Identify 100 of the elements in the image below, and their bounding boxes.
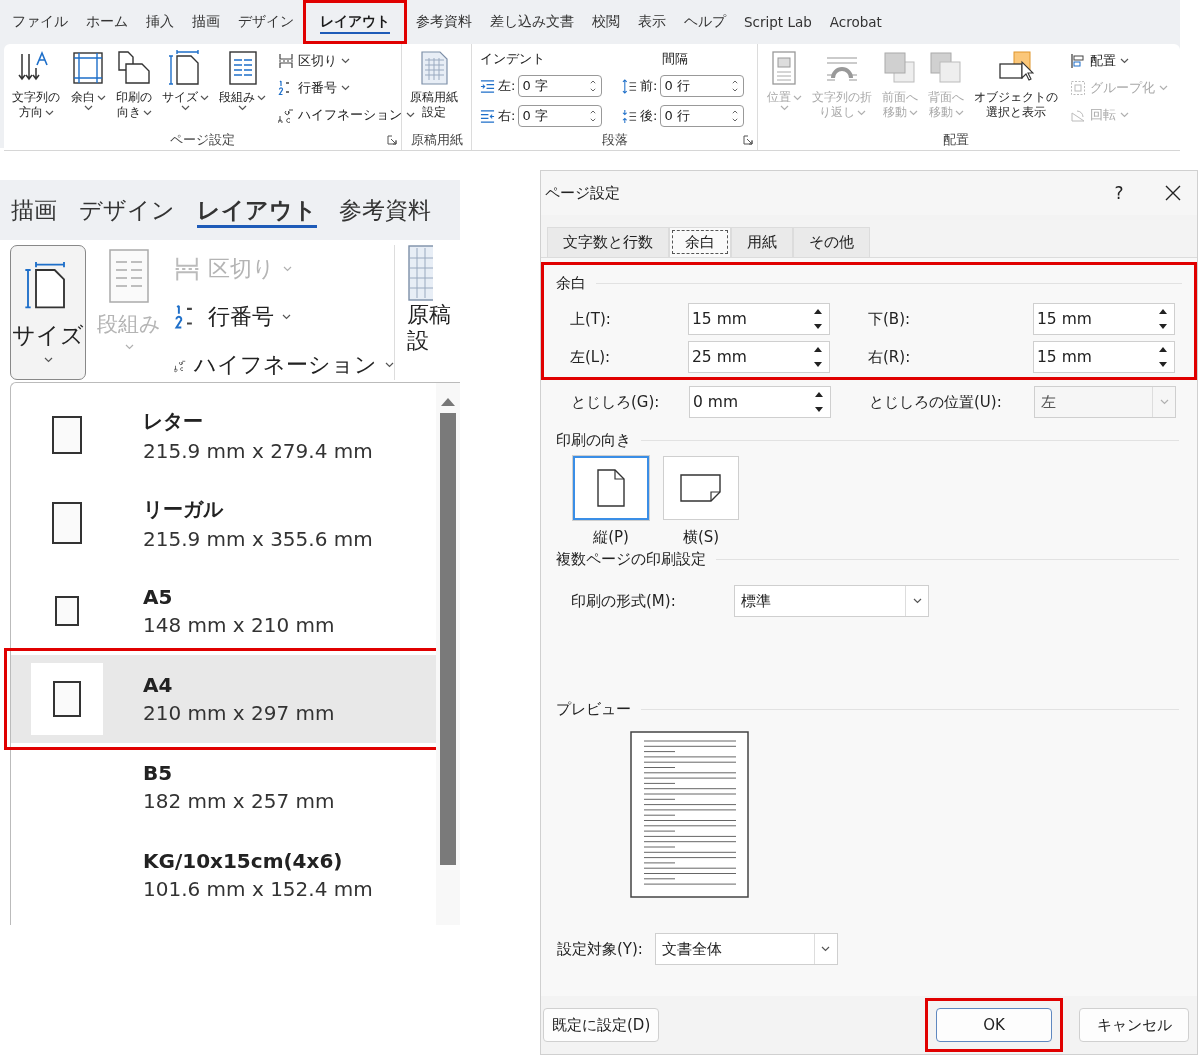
- ribbon-button[interactable]: サイズ: [158, 48, 213, 130]
- dialog-button[interactable]: OK: [936, 1008, 1052, 1042]
- section-label: 複数ページの印刷設定: [556, 549, 706, 569]
- spin-field[interactable]: 0 字: [518, 75, 603, 97]
- ribbon-tab[interactable]: レイアウト: [186, 182, 328, 238]
- dropdown-field[interactable]: 文書全体: [654, 933, 838, 965]
- ribbon-tab[interactable]: デザイン: [229, 7, 303, 37]
- field-label: 前:: [640, 77, 658, 95]
- spacing-before-icon: [622, 78, 637, 94]
- field-label: 後:: [640, 107, 658, 125]
- dialog-tab[interactable]: その他: [793, 227, 870, 257]
- paper-size-item[interactable]: KG/10x15cm(4x6) 101.6 mm x 152.4 mm: [11, 831, 436, 919]
- paper-name: KG/10x15cm(4x6): [143, 849, 344, 873]
- spin-field[interactable]: 15 mm: [1033, 341, 1175, 373]
- chevron-icon: [124, 344, 134, 350]
- chevron-icon: [385, 362, 394, 368]
- size-button[interactable]: サイズ: [10, 245, 86, 380]
- ribbon-tab[interactable]: 参考資料: [328, 182, 442, 238]
- orientation-label: 縦(P): [593, 528, 629, 547]
- dialog-tab[interactable]: 文字数と行数: [547, 227, 669, 257]
- dialog-button[interactable]: 既定に設定(D): [543, 1008, 660, 1042]
- group-label: 原稿用紙: [410, 131, 463, 149]
- spin-field[interactable]: 0 字: [518, 105, 603, 127]
- chevron-icon: [283, 266, 292, 272]
- dialog-title: ページ設定: [545, 183, 620, 203]
- ribbon-button[interactable]: 文字列の 方向: [8, 48, 64, 130]
- ribbon-tab[interactable]: ホーム: [77, 7, 137, 37]
- chevron-icon: [282, 314, 291, 320]
- breaks-icon: [174, 256, 200, 282]
- paper-dimensions: 148 mm x 210 mm: [143, 613, 335, 637]
- spin-field[interactable]: 15 mm: [688, 303, 830, 335]
- help-button[interactable]: ?: [1105, 183, 1133, 203]
- spin-field[interactable]: 0 行: [660, 75, 745, 97]
- field-label: 右(R):: [867, 347, 912, 367]
- ribbon-tab[interactable]: Script Lab: [735, 7, 821, 37]
- paper-dimensions: 215.9 mm x 355.6 mm: [143, 526, 373, 551]
- ribbon-button[interactable]: 原稿 設: [407, 244, 451, 354]
- chevron-icon: [912, 598, 922, 604]
- ribbon-tab[interactable]: ファイル: [3, 7, 77, 37]
- paper-name: レター: [143, 407, 204, 435]
- ribbon-tab[interactable]: 参考資料: [407, 7, 481, 37]
- paper-size-item[interactable]: A5 148 mm x 210 mm: [11, 567, 436, 655]
- close-icon: [1165, 185, 1181, 201]
- field-label: 下(B):: [867, 309, 912, 329]
- ribbon-tab[interactable]: 校閲: [583, 7, 629, 37]
- field-label: 左(L):: [570, 347, 612, 367]
- ribbon-tab[interactable]: レイアウト: [303, 0, 407, 44]
- dialog-button[interactable]: キャンセル: [1079, 1008, 1189, 1042]
- paper-dimensions: 215.9 mm x 279.4 mm: [143, 438, 373, 463]
- field-label: 右:: [498, 107, 516, 125]
- align-icon: [1070, 53, 1086, 69]
- paper-name: A5: [143, 585, 174, 609]
- spin-field[interactable]: 15 mm: [1033, 303, 1175, 335]
- ribbon-tab[interactable]: 表示: [629, 7, 675, 37]
- hyphenation-icon: [278, 107, 294, 123]
- chevron-icon: [43, 357, 53, 363]
- dialog-launcher-icon[interactable]: [387, 135, 397, 145]
- paper-size-item[interactable]: A4 210 mm x 297 mm: [11, 655, 436, 743]
- ribbon-tab[interactable]: ヘルプ: [675, 7, 735, 37]
- paper-size-item[interactable]: B5 182 mm x 257 mm: [11, 743, 436, 831]
- spin-field[interactable]: 0 行: [660, 105, 745, 127]
- scroll-up-icon[interactable]: [440, 397, 456, 407]
- ribbon-tab[interactable]: Acrobat: [820, 7, 891, 37]
- dialog-tab[interactable]: 余白: [669, 227, 731, 257]
- ribbon-button[interactable]: 行番号: [174, 298, 394, 336]
- paper-name: A4: [143, 673, 174, 697]
- ribbon-button[interactable]: オブジェクトの 選択と表示: [970, 48, 1062, 130]
- dialog-tab[interactable]: 用紙: [731, 227, 793, 257]
- field-label: とじしろの位置(U):: [868, 392, 1003, 412]
- orientation-button[interactable]: [663, 456, 739, 520]
- ribbon-tab[interactable]: 描画: [0, 182, 68, 238]
- ribbon-tab[interactable]: 描画: [183, 7, 229, 37]
- ribbon-button[interactable]: 印刷の 向き: [112, 48, 156, 130]
- spin-field[interactable]: 25 mm: [688, 341, 830, 373]
- breaks-icon: [278, 53, 294, 69]
- columns-icon: [107, 248, 151, 304]
- indent-right-icon: [480, 108, 495, 124]
- ribbon-tab[interactable]: 差し込み文書: [481, 7, 583, 37]
- ribbon-button[interactable]: 余白: [66, 48, 110, 130]
- paper-dimensions: 210 mm x 297 mm: [143, 701, 335, 725]
- spin-field[interactable]: 0 mm: [689, 386, 831, 418]
- ribbon-tab[interactable]: デザイン: [68, 182, 186, 238]
- ribbon-button[interactable]: ハイフネーション: [174, 346, 394, 384]
- ribbon-button[interactable]: 配置: [1070, 50, 1168, 72]
- paper-size-item[interactable]: リーガル 215.9 mm x 355.6 mm: [11, 479, 436, 567]
- scrollbar[interactable]: [436, 383, 460, 925]
- paper-dimensions: 182 mm x 257 mm: [143, 789, 335, 813]
- bring-forward-icon: [882, 50, 918, 86]
- spacing-after-icon: [622, 108, 637, 124]
- ribbon-button[interactable]: 段組み: [215, 48, 270, 130]
- paper-size-item[interactable]: レター 215.9 mm x 279.4 mm: [11, 391, 436, 479]
- orientation-button[interactable]: [573, 456, 649, 520]
- ribbon-tab[interactable]: 挿入: [137, 7, 183, 37]
- dropdown-field[interactable]: 標準: [734, 585, 929, 617]
- chevron-icon: [1159, 399, 1169, 405]
- dialog-launcher-icon[interactable]: [743, 135, 753, 145]
- pages-icon: [116, 50, 152, 86]
- scrollbar-thumb[interactable]: [440, 413, 456, 865]
- section-label: プレビュー: [556, 699, 631, 719]
- group-label: 段落: [601, 131, 628, 149]
